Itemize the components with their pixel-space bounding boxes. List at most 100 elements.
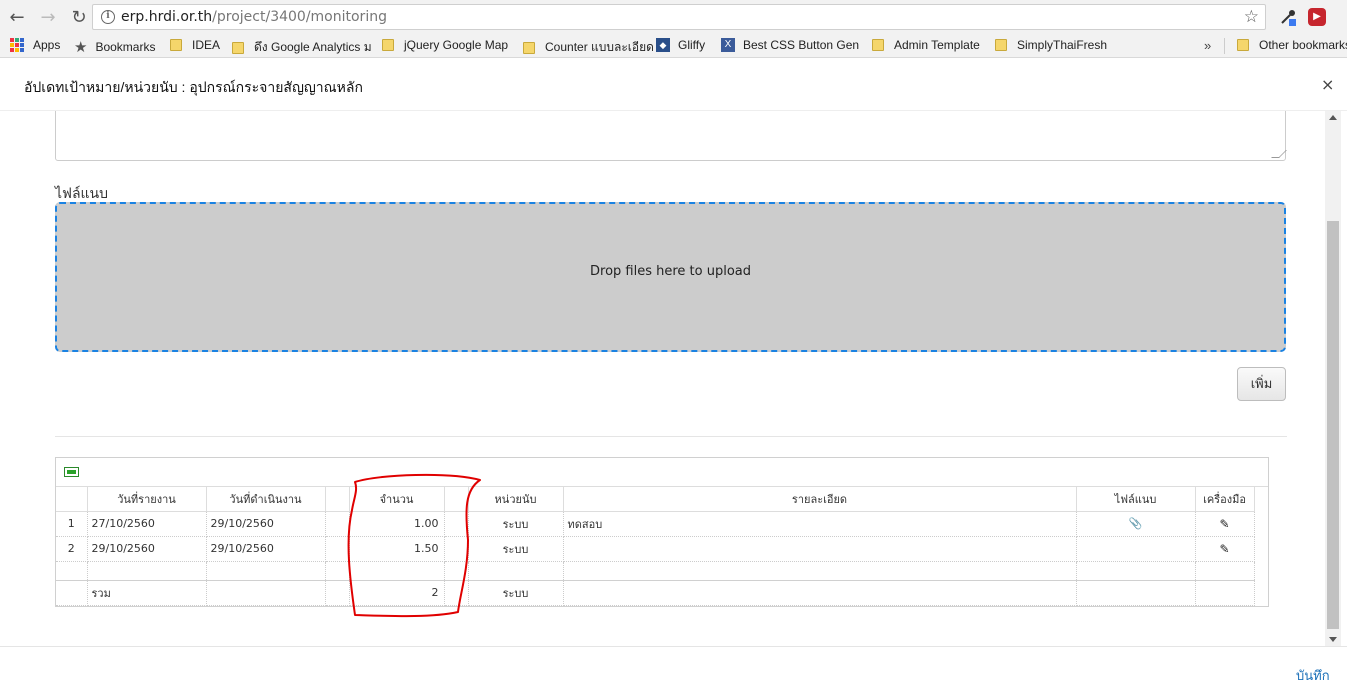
bookmark-apps[interactable]: Apps (10, 38, 60, 52)
apps-grid-icon (10, 38, 24, 52)
bookmarks-separator (1224, 38, 1225, 54)
bookmark-label: jQuery Google Map (404, 38, 509, 52)
resize-handle-icon[interactable] (1271, 150, 1287, 158)
empty-cell (1195, 580, 1255, 606)
paperclip-icon[interactable]: 📎 (1129, 517, 1143, 530)
bookmark-label: Counter แบบละเอียด (545, 40, 654, 54)
col-header-work-date[interactable]: วันที่ดำเนินงาน (206, 487, 326, 512)
modal-scrollbar[interactable] (1325, 111, 1341, 646)
records-grid: วันที่รายงาน วันที่ดำเนินงาน จำนวน หน่วย… (55, 457, 1269, 607)
empty-cell (206, 580, 326, 606)
bookmark-idea[interactable]: IDEA (170, 38, 220, 52)
bookmark-label: Admin Template (894, 38, 980, 52)
bookmarks-bar: Apps ★ Bookmarks IDEA ดึง Google Analyti… (0, 34, 1347, 58)
modal-footer: บันทึก (0, 646, 1347, 684)
edit-pencil-icon[interactable]: ✎ (1219, 542, 1229, 556)
total-unit: ระบบ (468, 580, 564, 606)
bookmark-bookmarks[interactable]: ★ Bookmarks (74, 38, 155, 56)
close-icon[interactable]: × (1321, 75, 1334, 94)
empty-cell (563, 580, 1077, 606)
quantity-cell: 1.00 (349, 511, 445, 537)
col-header-no[interactable] (56, 487, 88, 512)
attachment-cell (1076, 536, 1196, 562)
empty-cell (56, 580, 88, 606)
bookmark-label: SimplyThaiFresh (1017, 38, 1108, 52)
url-text[interactable]: erp.hrdi.or.th/project/3400/monitoring (121, 9, 387, 25)
back-arrow-icon[interactable]: ← (3, 3, 31, 31)
folder-icon (232, 41, 244, 54)
reload-icon[interactable]: ↻ (65, 3, 93, 31)
scroll-down-arrow-icon[interactable] (1329, 637, 1337, 642)
bookmark-gliffy[interactable]: ◆ Gliffy (656, 38, 705, 52)
table-row[interactable]: 1 27/10/2560 29/10/2560 1.00 ระบบ ทดสอบ … (56, 511, 1255, 537)
unit-cell: ระบบ (468, 511, 564, 537)
grid-toggle-icon[interactable] (64, 467, 79, 477)
table-row[interactable]: 2 29/10/2560 29/10/2560 1.50 ระบบ ✎ (56, 536, 1255, 562)
bookmark-label: Gliffy (678, 38, 706, 52)
edit-pencil-icon[interactable]: ✎ (1219, 517, 1229, 531)
bookmark-jquery-google-map[interactable]: jQuery Google Map (382, 38, 508, 52)
forward-arrow-icon[interactable]: → (34, 3, 62, 31)
row-number: 1 (56, 511, 88, 537)
bookmark-css-button[interactable]: X Best CSS Button Gen (721, 38, 859, 52)
url-host: erp.hrdi.or.th (121, 9, 213, 25)
empty-cell (325, 536, 350, 562)
eyedropper-extension-icon[interactable] (1279, 8, 1297, 26)
media-extension-icon[interactable]: ▶ (1308, 8, 1326, 26)
detail-textarea[interactable] (55, 111, 1287, 161)
tools-cell: ✎ (1195, 536, 1255, 562)
bookmark-other[interactable]: Other bookmarks (1237, 38, 1347, 52)
url-path: /project/3400/monitoring (212, 9, 387, 25)
bookmark-counter[interactable]: Counter แบบละเอียด (523, 38, 654, 57)
address-bar[interactable]: i erp.hrdi.or.th/project/3400/monitoring… (92, 4, 1266, 30)
folder-icon (382, 39, 394, 51)
folder-icon (872, 39, 884, 51)
dropzone-text: Drop files here to upload (590, 264, 751, 279)
star-icon: ★ (74, 39, 88, 56)
file-dropzone[interactable]: Drop files here to upload (55, 202, 1286, 352)
col-header-blank-1[interactable] (325, 487, 350, 512)
bookmark-star-icon[interactable]: ☆ (1244, 7, 1259, 27)
empty-cell (325, 580, 350, 606)
col-header-detail[interactable]: รายละเอียด (563, 487, 1077, 512)
col-header-blank-2[interactable] (444, 487, 469, 512)
bookmark-admin-template[interactable]: Admin Template (872, 38, 980, 52)
detail-cell (563, 536, 1077, 562)
col-header-unit[interactable]: หน่วยนับ (468, 487, 564, 512)
col-header-attachment[interactable]: ไฟล์แนบ (1076, 487, 1196, 512)
bookmark-google-analytics[interactable]: ดึง Google Analytics ม (232, 38, 372, 57)
bookmark-label: Other bookmarks (1259, 38, 1347, 52)
bookmarks-overflow-chevron-icon[interactable]: » (1204, 38, 1211, 53)
scroll-thumb[interactable] (1327, 221, 1339, 629)
folder-icon (995, 39, 1007, 51)
col-header-report-date[interactable]: วันที่รายงาน (87, 487, 207, 512)
info-icon[interactable]: i (101, 10, 115, 24)
folder-icon (170, 39, 182, 51)
add-button[interactable]: เพิ่ม (1237, 367, 1286, 401)
folder-icon (1237, 39, 1249, 51)
total-label: รวม (87, 580, 207, 606)
work-date-cell: 29/10/2560 (206, 511, 326, 537)
col-header-quantity[interactable]: จำนวน (349, 487, 445, 512)
col-header-tools[interactable]: เครื่องมือ (1195, 487, 1255, 512)
records-table: วันที่รายงาน วันที่ดำเนินงาน จำนวน หน่วย… (56, 487, 1255, 606)
bookmark-simplythaifresh[interactable]: SimplyThaiFresh (995, 38, 1107, 52)
scroll-up-arrow-icon[interactable] (1329, 115, 1337, 120)
empty-cell (444, 511, 469, 537)
attachment-cell: 📎 (1076, 511, 1196, 537)
total-quantity: 2 (349, 580, 445, 606)
spacer-row (56, 561, 1255, 581)
bookmark-label: Best CSS Button Gen (743, 38, 860, 52)
work-date-cell: 29/10/2560 (206, 536, 326, 562)
grid-toolbar (56, 458, 1268, 487)
save-button[interactable]: บันทึก (1296, 665, 1330, 686)
quantity-cell: 1.50 (349, 536, 445, 562)
row-number: 2 (56, 536, 88, 562)
empty-cell (444, 536, 469, 562)
empty-cell (325, 511, 350, 537)
report-date-cell: 29/10/2560 (87, 536, 207, 562)
modal-body: ไฟล์แนบ Drop files here to upload เพิ่ม … (0, 111, 1325, 646)
unit-cell: ระบบ (468, 536, 564, 562)
detail-cell: ทดสอบ (563, 511, 1077, 537)
table-header-row: วันที่รายงาน วันที่ดำเนินงาน จำนวน หน่วย… (56, 487, 1255, 512)
